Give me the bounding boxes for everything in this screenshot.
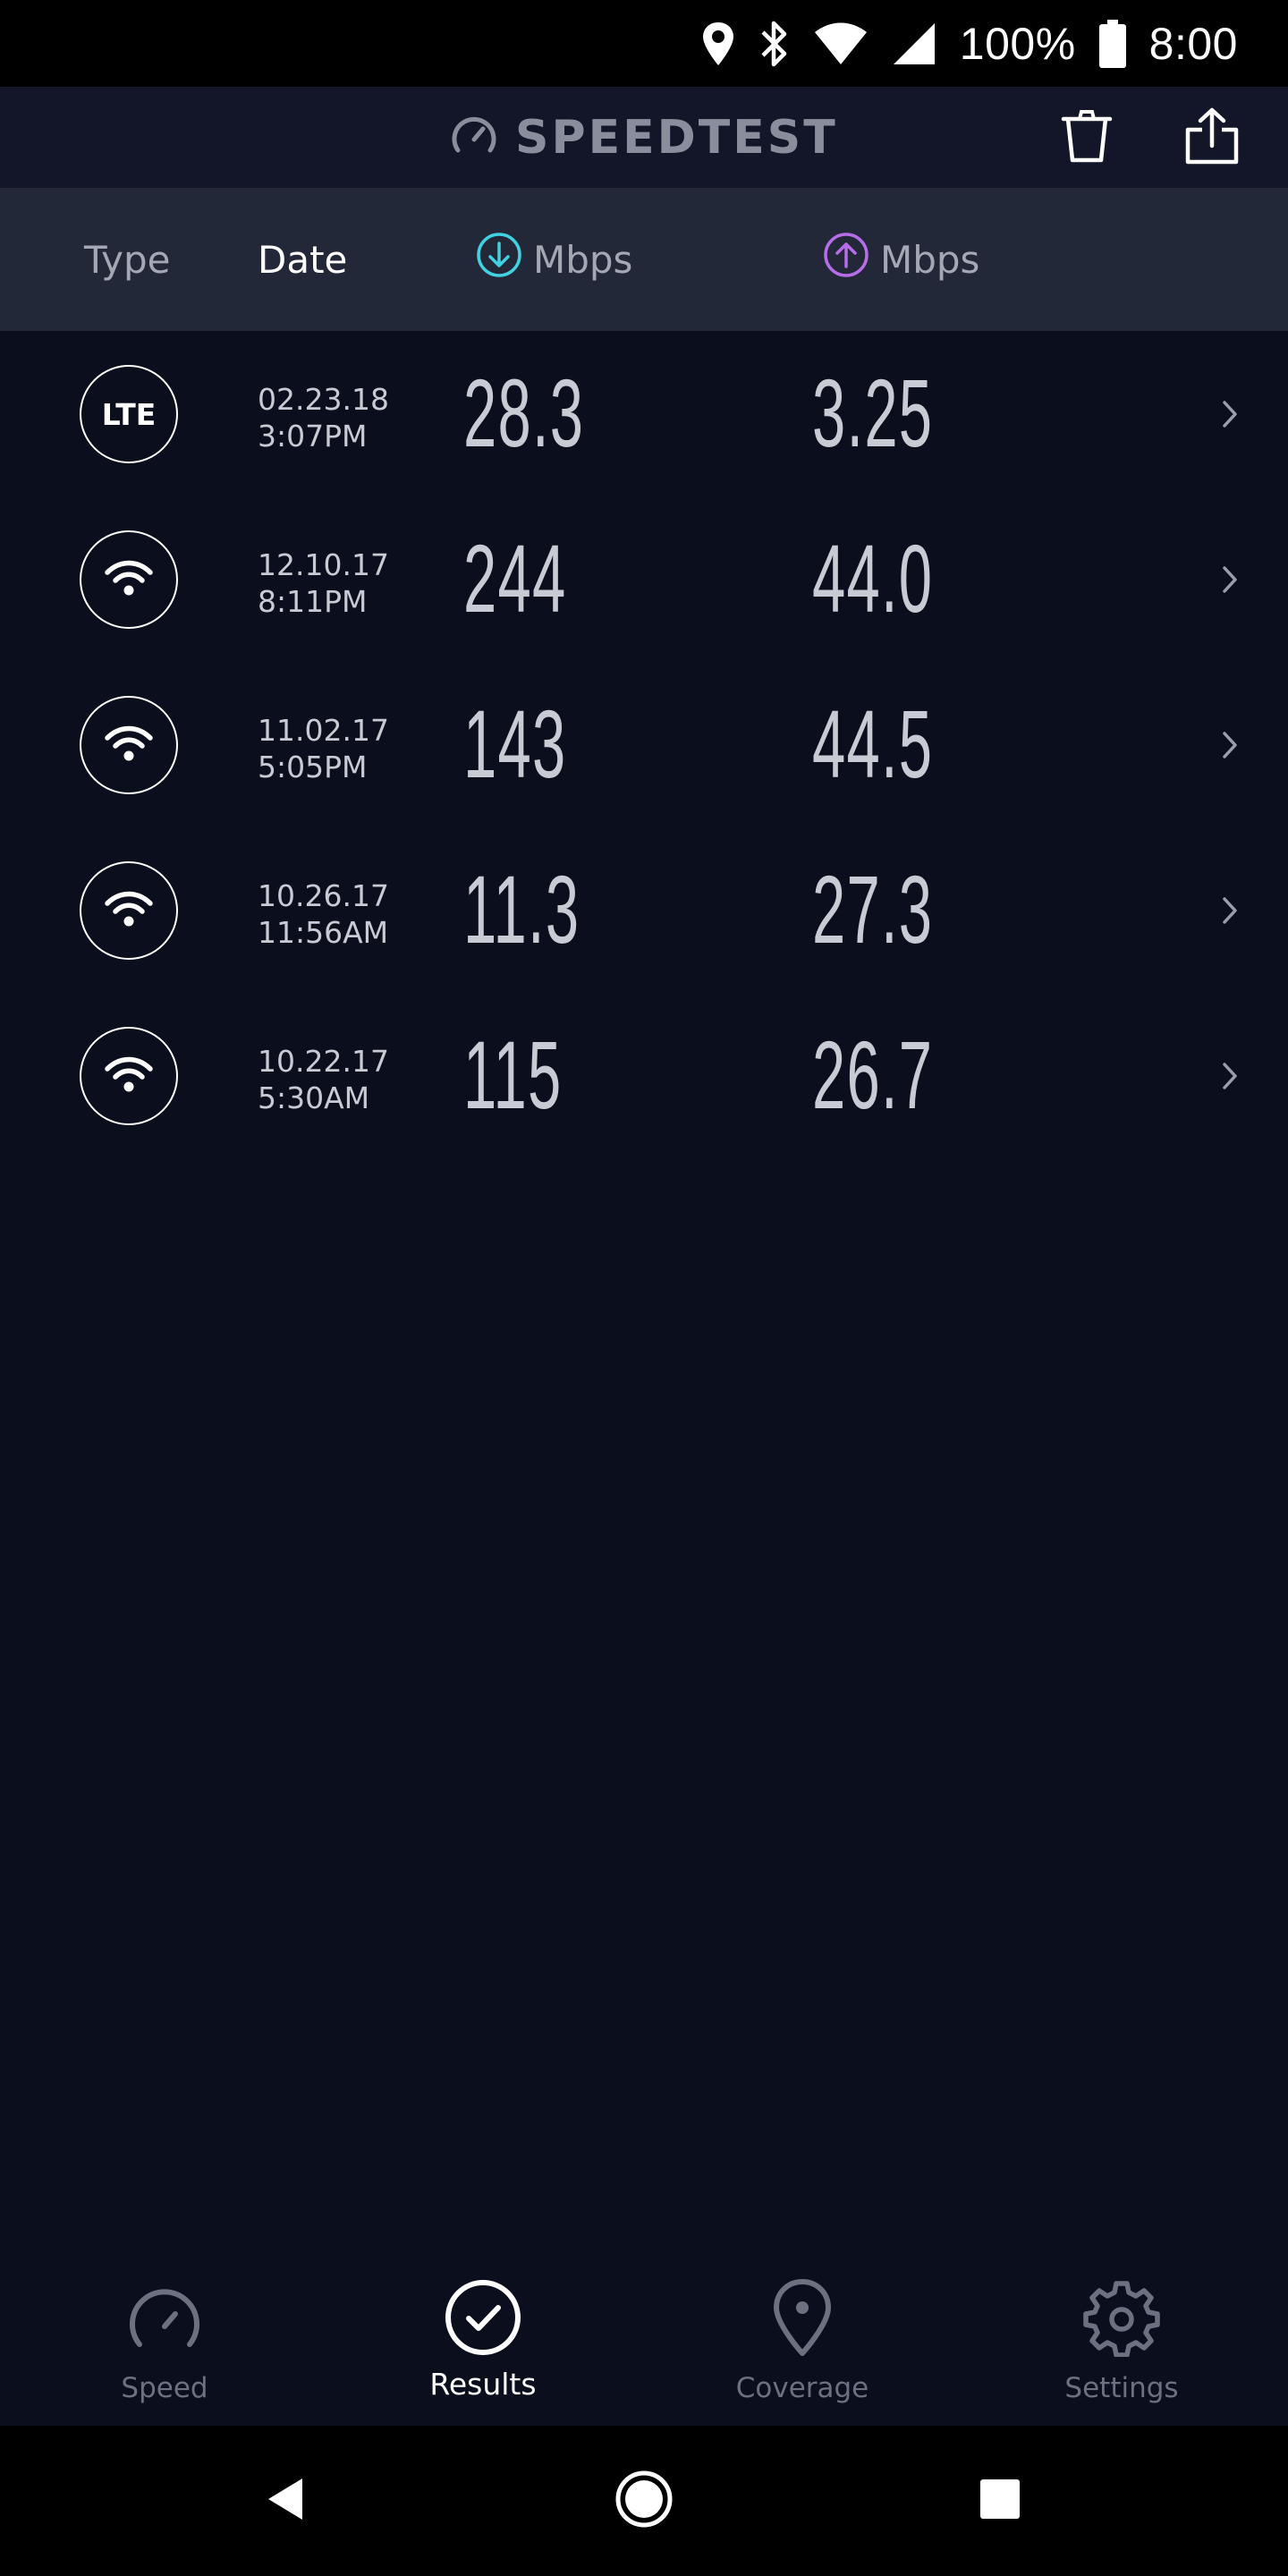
download-unit-label: Mbps — [533, 237, 633, 282]
clock: 8:00 — [1148, 18, 1238, 69]
system-navigation-bar — [0, 2426, 1288, 2576]
wifi-type-badge — [80, 530, 178, 629]
result-date: 10.22.17 — [258, 1044, 389, 1079]
location-icon — [700, 21, 736, 67]
result-time: 5:05PM — [258, 750, 368, 784]
speed-gauge-icon — [125, 2277, 204, 2358]
result-datetime: 11.02.17 5:05PM — [258, 712, 389, 785]
results-list: LTE 02.23.18 3:07PM 28.3 3.25 12.10.17 8… — [0, 331, 1288, 1158]
result-time: 3:07PM — [258, 419, 368, 453]
chevron-right-icon — [1216, 392, 1243, 436]
download-arrow-icon — [476, 232, 522, 287]
result-date: 02.23.18 — [258, 382, 389, 417]
sort-by-download[interactable]: Mbps — [476, 188, 632, 331]
home-icon — [614, 2470, 674, 2532]
download-speed: 28.3 — [463, 359, 585, 467]
back-button[interactable] — [233, 2426, 340, 2576]
chevron-right-icon — [1216, 1054, 1243, 1098]
brand-logo: SPEEDTEST — [447, 87, 838, 188]
download-speed: 244 — [463, 524, 567, 632]
upload-speed: 44.0 — [812, 524, 934, 632]
speedometer-icon — [447, 109, 501, 166]
result-row[interactable]: 10.26.17 11:56AM 11.3 27.3 — [0, 827, 1288, 993]
delete-results-button[interactable] — [1046, 87, 1127, 188]
result-row[interactable]: 11.02.17 5:05PM 143 44.5 — [0, 662, 1288, 827]
upload-speed: 27.3 — [812, 855, 934, 963]
recents-icon — [980, 2479, 1020, 2522]
nav-label: Coverage — [735, 2372, 869, 2404]
wifi-signal-icon — [813, 21, 869, 66]
sort-by-upload[interactable]: Mbps — [823, 188, 979, 331]
battery-icon — [1098, 19, 1126, 68]
wifi-type-badge — [80, 1027, 178, 1125]
wifi-icon — [104, 724, 154, 767]
upload-speed: 26.7 — [812, 1021, 934, 1129]
result-datetime: 10.22.17 5:30AM — [258, 1043, 389, 1116]
gear-icon — [1082, 2277, 1161, 2358]
nav-coverage[interactable]: Coverage — [668, 2245, 936, 2426]
wifi-icon — [104, 558, 154, 601]
app-header: SPEEDTEST — [0, 87, 1288, 188]
result-date: 12.10.17 — [258, 547, 389, 582]
download-speed: 143 — [463, 690, 567, 798]
lte-label: LTE — [101, 396, 157, 432]
result-row[interactable]: LTE 02.23.18 3:07PM 28.3 3.25 — [0, 331, 1288, 496]
recents-button[interactable] — [946, 2426, 1054, 2576]
chevron-right-icon — [1216, 723, 1243, 767]
upload-speed: 3.25 — [812, 359, 934, 467]
chevron-right-icon — [1216, 557, 1243, 602]
back-icon — [267, 2477, 306, 2525]
lte-type-badge: LTE — [80, 365, 178, 463]
result-row[interactable]: 10.22.17 5:30AM 115 26.7 — [0, 993, 1288, 1158]
download-speed: 11.3 — [463, 855, 580, 963]
result-datetime: 02.23.18 3:07PM — [258, 381, 389, 454]
result-time: 5:30AM — [258, 1080, 370, 1115]
cell-signal-icon — [892, 21, 936, 66]
wifi-icon — [104, 1055, 154, 1097]
result-datetime: 10.26.17 11:56AM — [258, 877, 389, 951]
upload-arrow-icon — [823, 232, 869, 287]
brand-name: SPEEDTEST — [515, 110, 838, 165]
nav-label: Results — [429, 2367, 537, 2402]
download-speed: 115 — [463, 1021, 563, 1129]
trash-icon — [1060, 106, 1114, 169]
bottom-navigation: Speed Results Coverage Settings — [0, 2245, 1288, 2426]
home-button[interactable] — [590, 2426, 698, 2576]
result-date: 10.26.17 — [258, 878, 389, 913]
nav-label: Speed — [121, 2372, 208, 2404]
nav-results[interactable]: Results — [349, 2245, 617, 2426]
chevron-right-icon — [1216, 888, 1243, 933]
sort-by-date[interactable]: Date — [258, 188, 347, 331]
wifi-type-badge — [80, 696, 178, 794]
result-datetime: 12.10.17 8:11PM — [258, 547, 389, 620]
nav-label: Settings — [1064, 2372, 1179, 2404]
wifi-icon — [104, 889, 154, 932]
check-circle-icon — [443, 2277, 523, 2358]
upload-speed: 44.5 — [812, 690, 934, 798]
share-icon — [1184, 106, 1240, 169]
result-time: 11:56AM — [258, 915, 389, 950]
sort-by-type[interactable]: Type — [84, 188, 170, 331]
battery-percent: 100% — [959, 18, 1076, 69]
wifi-type-badge — [80, 861, 178, 960]
nav-settings[interactable]: Settings — [987, 2245, 1256, 2426]
map-pin-icon — [771, 2277, 834, 2358]
bluetooth-icon — [759, 20, 790, 68]
status-bar: 100% 8:00 — [0, 0, 1288, 87]
results-column-header: Type Date Mbps Mbps — [0, 188, 1288, 331]
result-time: 8:11PM — [258, 584, 368, 619]
result-row[interactable]: 12.10.17 8:11PM 244 44.0 — [0, 496, 1288, 662]
upload-unit-label: Mbps — [880, 237, 980, 282]
nav-speed[interactable]: Speed — [30, 2245, 299, 2426]
result-date: 11.02.17 — [258, 713, 389, 748]
share-results-button[interactable] — [1172, 87, 1252, 188]
